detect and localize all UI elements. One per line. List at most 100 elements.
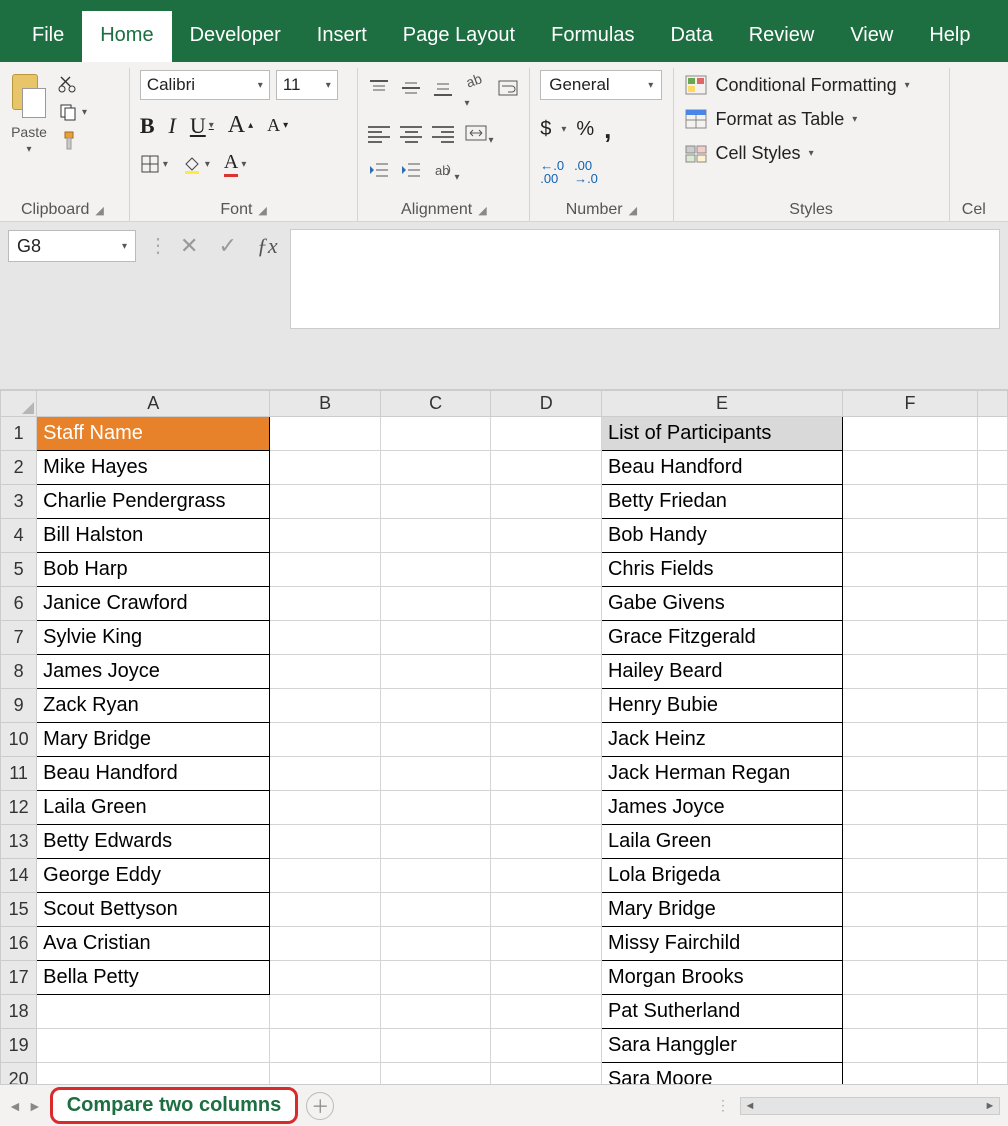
- cell[interactable]: [491, 621, 602, 655]
- tab-insert[interactable]: Insert: [299, 11, 385, 62]
- dialog-launcher-icon[interactable]: ◢: [95, 204, 103, 217]
- cell[interactable]: [977, 961, 1007, 995]
- cell[interactable]: [270, 417, 381, 451]
- cell[interactable]: Zack Ryan: [37, 689, 270, 723]
- accept-formula-button[interactable]: ✓: [218, 233, 236, 259]
- cell[interactable]: [491, 417, 602, 451]
- row-header[interactable]: 11: [1, 757, 37, 791]
- cell[interactable]: [380, 1029, 491, 1063]
- cell[interactable]: [977, 791, 1007, 825]
- cell[interactable]: [270, 621, 381, 655]
- cell[interactable]: List of Participants: [601, 417, 842, 451]
- cell[interactable]: [270, 995, 381, 1029]
- font-size-select[interactable]: 11 ▾: [276, 70, 338, 100]
- cell[interactable]: James Joyce: [37, 655, 270, 689]
- dialog-launcher-icon[interactable]: ◢: [629, 204, 637, 217]
- cell[interactable]: [380, 825, 491, 859]
- cell[interactable]: [977, 995, 1007, 1029]
- cell[interactable]: [843, 995, 978, 1029]
- cell[interactable]: Jack Heinz: [601, 723, 842, 757]
- cell[interactable]: [977, 417, 1007, 451]
- cell[interactable]: Lola Brigeda: [601, 859, 842, 893]
- col-header-F[interactable]: F: [843, 391, 978, 417]
- row-header[interactable]: 17: [1, 961, 37, 995]
- col-header-E[interactable]: E: [601, 391, 842, 417]
- cell[interactable]: [977, 451, 1007, 485]
- cell[interactable]: [977, 553, 1007, 587]
- cell[interactable]: Sara Hanggler: [601, 1029, 842, 1063]
- select-all-corner[interactable]: [1, 391, 37, 417]
- scroll-right-button[interactable]: ►: [981, 1098, 999, 1114]
- cell[interactable]: Mike Hayes: [37, 451, 270, 485]
- cell[interactable]: [977, 655, 1007, 689]
- cell[interactable]: [977, 621, 1007, 655]
- cell[interactable]: [491, 1029, 602, 1063]
- cell[interactable]: [270, 757, 381, 791]
- align-bottom-button[interactable]: [432, 78, 454, 101]
- cell[interactable]: [491, 689, 602, 723]
- number-format-select[interactable]: General ▾: [540, 70, 662, 100]
- col-header-C[interactable]: C: [380, 391, 491, 417]
- cell[interactable]: James Joyce: [601, 791, 842, 825]
- row-header[interactable]: 12: [1, 791, 37, 825]
- cell[interactable]: [843, 689, 978, 723]
- row-header[interactable]: 14: [1, 859, 37, 893]
- cell[interactable]: Bob Harp: [37, 553, 270, 587]
- tab-data[interactable]: Data: [652, 11, 730, 62]
- decrease-decimal-button[interactable]: .00 →.0: [574, 159, 598, 185]
- row-header[interactable]: 16: [1, 927, 37, 961]
- cell[interactable]: [491, 791, 602, 825]
- sheet-nav-next[interactable]: ►: [28, 1098, 42, 1114]
- comma-format-button[interactable]: ,: [604, 114, 611, 145]
- row-header[interactable]: 13: [1, 825, 37, 859]
- dialog-launcher-icon[interactable]: ◢: [258, 204, 266, 217]
- cell[interactable]: [380, 417, 491, 451]
- cell[interactable]: Morgan Brooks: [601, 961, 842, 995]
- cell[interactable]: [491, 485, 602, 519]
- row-header[interactable]: 8: [1, 655, 37, 689]
- cell[interactable]: [491, 553, 602, 587]
- cell[interactable]: [977, 689, 1007, 723]
- cell[interactable]: [843, 723, 978, 757]
- cell[interactable]: Charlie Pendergrass: [37, 485, 270, 519]
- cell[interactable]: [843, 791, 978, 825]
- bold-button[interactable]: B: [140, 113, 155, 139]
- cell[interactable]: [843, 451, 978, 485]
- cell[interactable]: [270, 485, 381, 519]
- split-handle[interactable]: ⋮: [148, 230, 168, 262]
- align-left-button[interactable]: [368, 126, 390, 144]
- cell[interactable]: [843, 859, 978, 893]
- cell[interactable]: [270, 927, 381, 961]
- cell[interactable]: [843, 485, 978, 519]
- cell[interactable]: [843, 961, 978, 995]
- decrease-indent-button[interactable]: [368, 160, 390, 183]
- cancel-formula-button[interactable]: ✕: [180, 233, 198, 259]
- cell[interactable]: [380, 655, 491, 689]
- align-top-button[interactable]: [368, 78, 390, 101]
- italic-button[interactable]: I: [169, 113, 176, 139]
- row-header[interactable]: 3: [1, 485, 37, 519]
- cell[interactable]: George Eddy: [37, 859, 270, 893]
- cell[interactable]: Missy Fairchild: [601, 927, 842, 961]
- wrap-text-button[interactable]: [497, 78, 519, 101]
- cell[interactable]: [270, 655, 381, 689]
- cell-styles-button[interactable]: Cell Styles ▾: [684, 142, 939, 164]
- cell[interactable]: [270, 587, 381, 621]
- cell[interactable]: Grace Fitzgerald: [601, 621, 842, 655]
- cell[interactable]: [380, 961, 491, 995]
- align-center-button[interactable]: [400, 126, 422, 144]
- cell[interactable]: [977, 519, 1007, 553]
- cell[interactable]: [270, 519, 381, 553]
- cell[interactable]: [491, 757, 602, 791]
- cell[interactable]: Gabe Givens: [601, 587, 842, 621]
- row-header[interactable]: 9: [1, 689, 37, 723]
- fill-color-button[interactable]: ▾: [182, 154, 210, 174]
- cell[interactable]: [380, 893, 491, 927]
- tab-help[interactable]: Help: [911, 11, 988, 62]
- cell[interactable]: [843, 927, 978, 961]
- cell[interactable]: [270, 451, 381, 485]
- cell[interactable]: Jack Herman Regan: [601, 757, 842, 791]
- cell[interactable]: [380, 927, 491, 961]
- cell[interactable]: [843, 757, 978, 791]
- borders-button[interactable]: ▾: [140, 154, 168, 174]
